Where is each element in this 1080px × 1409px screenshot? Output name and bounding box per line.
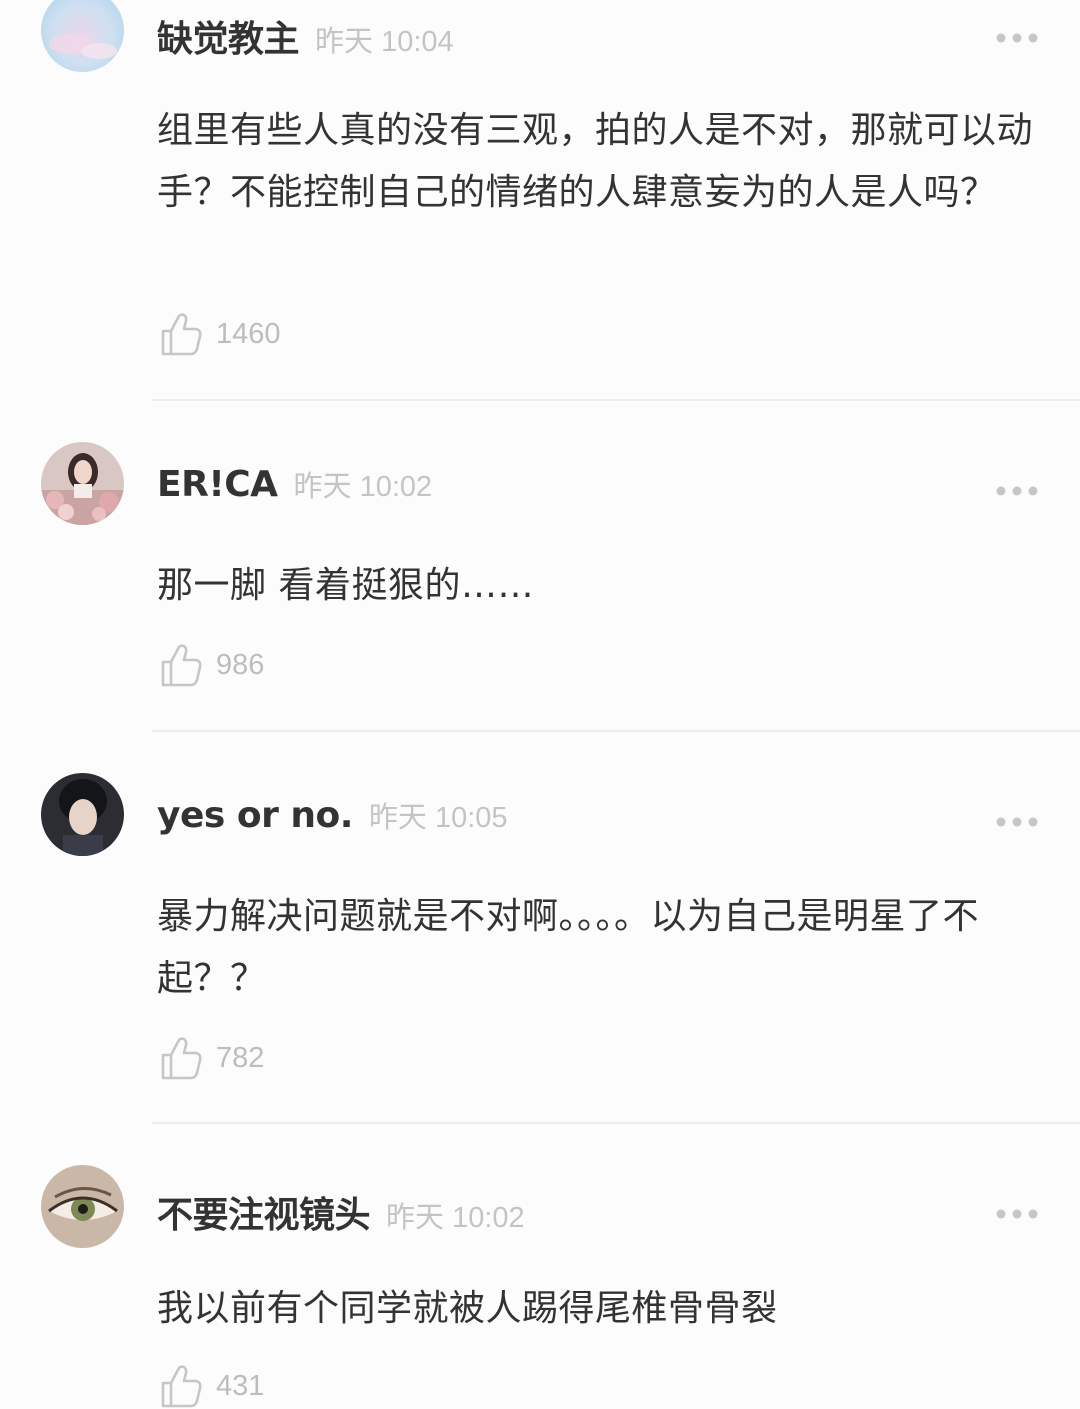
more-options-icon[interactable] [994,1207,1040,1221]
comment-meta: 缺觉教主 昨天 10:04 [157,10,454,70]
like-button[interactable]: 431 [160,1363,264,1409]
like-button[interactable]: 782 [160,1035,264,1081]
comment-text: 暴力解决问题就是不对啊。。。。以为自己是明星了不起？？ [157,896,980,999]
username[interactable]: yes or no. [157,795,353,836]
comment-meta: ER!CA 昨天 10:02 [157,463,432,523]
eye-closeup-avatar-icon [41,1165,124,1248]
username[interactable]: ER!CA [157,464,278,505]
girl-with-flowers-avatar-icon [41,442,124,525]
comment-item: 不要注视镜头 昨天 10:02 我以前有个同学就被人踢得尾椎骨骨裂 431 [0,1124,1080,1409]
thumbs-up-icon [161,1365,202,1408]
user-avatar[interactable] [41,0,124,72]
thumbs-up-icon [161,1037,202,1080]
comment-item: yes or no. 昨天 10:05 暴力解决问题就是不对啊。。。。以为自己是… [0,732,1080,1124]
thumbs-up-icon [161,644,202,687]
dark-hair-man-avatar-icon [41,773,124,856]
user-avatar[interactable] [41,442,124,525]
username[interactable]: 缺觉教主 [157,10,300,62]
comment-meta: 不要注视镜头 昨天 10:02 [157,1186,525,1246]
comment-item: 缺觉教主 昨天 10:04 组里有些人真的没有三观，拍的人是不对，那就可以动手？… [0,0,1080,401]
comment-item: ER!CA 昨天 10:02 那一脚 看着挺狠的…… 986 [0,401,1080,732]
thumbs-up-icon [161,313,202,356]
more-options-icon[interactable] [994,31,1040,45]
user-avatar[interactable] [41,773,124,856]
comment-text: 我以前有个同学就被人踢得尾椎骨骨裂 [157,1288,778,1329]
like-count: 1460 [216,317,281,350]
username[interactable]: 不要注视镜头 [157,1186,371,1238]
timestamp: 昨天 10:04 [315,26,454,58]
more-options-icon[interactable] [994,484,1040,498]
timestamp: 昨天 10:05 [368,802,508,834]
timestamp: 昨天 10:02 [386,1202,525,1234]
timestamp: 昨天 10:02 [293,471,433,503]
pastel-sky-avatar-icon [41,0,124,72]
comment-text: 那一脚 看着挺狠的…… [157,565,534,606]
like-button[interactable]: 986 [160,642,264,688]
comment-meta: yes or no. 昨天 10:05 [157,794,508,854]
like-count: 431 [216,1369,265,1402]
like-count: 986 [216,648,265,681]
like-count: 782 [216,1041,265,1074]
more-options-icon[interactable] [994,815,1040,829]
comment-text: 组里有些人真的没有三观，拍的人是不对，那就可以动手？不能控制自己的情绪的人肆意妄… [157,110,1034,213]
user-avatar[interactable] [41,1165,124,1248]
like-button[interactable]: 1460 [160,311,281,357]
